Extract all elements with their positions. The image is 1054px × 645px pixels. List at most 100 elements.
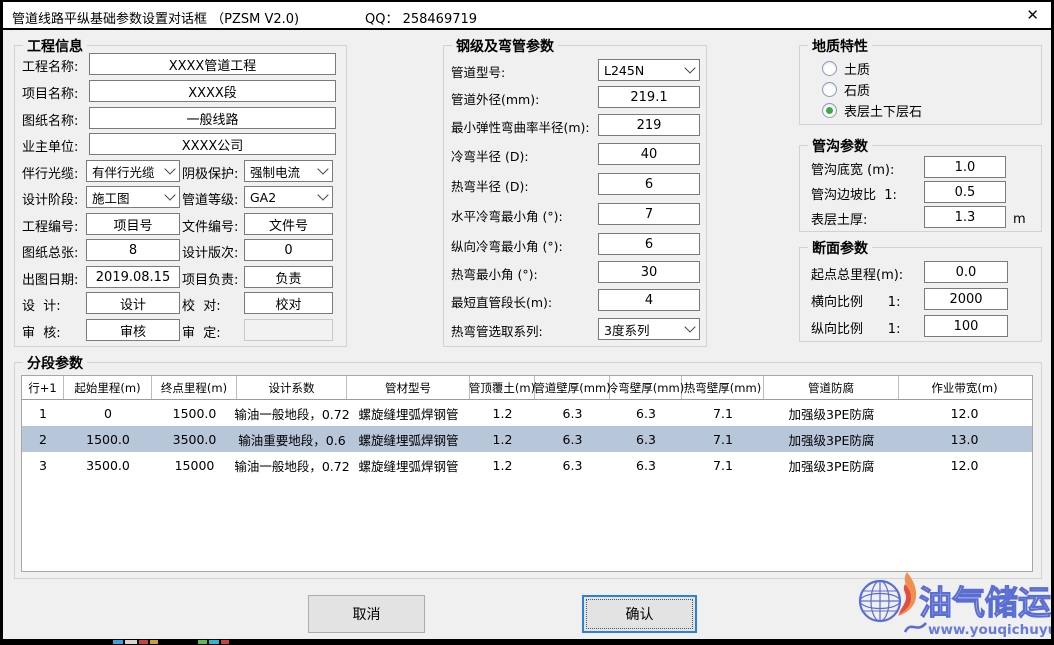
field-label: 水平冷弯最小角 (°):	[451, 206, 563, 225]
form-row: 管沟边坡比 1:	[800, 181, 1041, 203]
field-label: 出图日期:	[22, 269, 78, 288]
field-label: 管道型号:	[451, 62, 505, 81]
radio-soil[interactable]: 土质	[822, 59, 870, 78]
form-row: 设计阶段: 施工图 管道等级: GA2	[15, 186, 346, 208]
combo-value: 3度系列	[604, 320, 686, 339]
trench-slope-ratio-input[interactable]	[924, 181, 1006, 203]
min-elastic-bend-radius-input[interactable]	[598, 114, 700, 136]
form-row: 起点总里程(m):	[800, 261, 1041, 283]
taskbar-fragment	[150, 640, 158, 644]
field-label: 热弯最小角 (°):	[451, 264, 538, 283]
vert-scale-input[interactable]	[924, 315, 1008, 337]
hot-bend-min-angle-input[interactable]	[598, 261, 700, 283]
form-row: 表层土厚: m	[800, 206, 1041, 228]
drawing-name-input[interactable]	[89, 107, 336, 129]
chevron-down-icon	[684, 62, 695, 73]
field-label: 工程名称:	[22, 56, 78, 75]
chevron-down-icon	[164, 189, 175, 200]
table-cell: 6.3	[535, 452, 610, 478]
form-row: 图纸总张: 设计版次:	[15, 239, 346, 261]
horiz-scale-input[interactable]	[924, 288, 1008, 310]
file-number-input[interactable]	[244, 213, 333, 235]
titlebar: 管道线路平纵基础参数设置对话框 （PZSM V2.0) QQ： 25846971…	[3, 2, 1051, 28]
reviewer-input[interactable]	[86, 319, 180, 341]
pipe-model-combo[interactable]: L245N	[598, 59, 700, 81]
table-cell: 3500.0	[64, 452, 152, 478]
radio-label: 土质	[844, 59, 870, 78]
confirm-button[interactable]: 确认	[582, 595, 697, 633]
cancel-button[interactable]: 取消	[308, 595, 425, 633]
table-row-selected[interactable]: 2 1500.0 3500.0 输油重要地段，0.6 螺旋缝埋弧焊钢管 1.2 …	[22, 426, 1032, 452]
horiz-cold-bend-min-angle-input[interactable]	[598, 203, 700, 225]
companion-cable-combo[interactable]: 有伴行光缆	[86, 160, 180, 182]
table-cell: 输油一般地段，0.72	[237, 452, 347, 478]
segments-table: 行+1 起始里程(m) 终点里程(m) 设计系数 管材型号 管顶覆土(m) 管道…	[21, 375, 1033, 572]
watermark-logo: 油气储运网 www.youqichuyun.com	[855, 570, 1051, 638]
form-row: 工程名称:	[15, 53, 346, 75]
table-cell: 1500.0	[64, 426, 152, 452]
pipeline-grade-combo[interactable]: GA2	[244, 186, 333, 208]
header-cell: 管道防腐	[764, 376, 899, 399]
form-row: 图纸名称:	[15, 107, 346, 129]
start-mileage-input[interactable]	[924, 261, 1008, 283]
cold-bend-radius-input[interactable]	[598, 143, 700, 165]
field-label: 设计版次:	[182, 242, 238, 261]
table-row[interactable]: 1 0 1500.0 输油一般地段，0.72 螺旋缝埋弧焊钢管 1.2 6.3 …	[22, 400, 1032, 426]
engineering-name-input[interactable]	[89, 53, 336, 75]
field-label: 设计阶段:	[22, 189, 78, 208]
form-row: 审 核: 审 定:	[15, 319, 346, 341]
globe-icon	[860, 581, 900, 621]
close-icon[interactable]: ✕	[1026, 6, 1039, 24]
design-stage-combo[interactable]: 施工图	[86, 186, 180, 208]
field-label: 最小弹性弯曲率半径(m):	[451, 117, 590, 136]
hot-bend-radius-input[interactable]	[598, 173, 700, 195]
taskbar-fragment	[198, 640, 207, 644]
group-title-section: 断面参数	[808, 238, 872, 258]
flame-icon	[898, 572, 916, 616]
group-segment-params: 分段参数 行+1 起始里程(m) 终点里程(m) 设计系数 管材型号 管顶覆土(…	[14, 362, 1042, 579]
table-cell: 6.3	[535, 400, 610, 426]
form-row: 热弯管选取系列: 3度系列	[444, 318, 706, 340]
taskbar-fragment	[139, 640, 148, 644]
table-cell: 螺旋缝埋弧焊钢管	[347, 400, 470, 426]
chevron-down-icon	[164, 163, 175, 174]
hot-bend-series-combo[interactable]: 3度系列	[598, 318, 700, 340]
table-cell: 2	[22, 426, 64, 452]
design-version-input[interactable]	[244, 239, 333, 261]
engineering-number-input[interactable]	[86, 213, 180, 235]
project-leader-input[interactable]	[244, 266, 333, 288]
total-sheets-input[interactable]	[86, 239, 180, 261]
field-label: 业主单位:	[22, 136, 78, 155]
approver-input	[244, 319, 333, 341]
long-cold-bend-min-angle-input[interactable]	[598, 233, 700, 255]
topsoil-thickness-input[interactable]	[924, 206, 1006, 228]
combo-value: GA2	[250, 190, 319, 205]
table-cell: 螺旋缝埋弧焊钢管	[347, 426, 470, 452]
taskbar-fragment	[221, 640, 229, 644]
group-section-params: 断面参数 起点总里程(m): 横向比例 1: 纵向比例 1:	[799, 247, 1042, 342]
field-label: 管沟底宽 (m):	[811, 159, 894, 178]
project-name-input[interactable]	[89, 80, 336, 102]
field-label: 起点总里程(m):	[811, 264, 903, 283]
field-label: 审 核:	[22, 322, 61, 341]
min-straight-length-input[interactable]	[598, 289, 700, 311]
form-row: 纵向冷弯最小角 (°):	[444, 233, 706, 255]
table-cell: 3	[22, 452, 64, 478]
trench-bottom-width-input[interactable]	[924, 156, 1006, 178]
designer-input[interactable]	[86, 292, 180, 314]
drawing-date-input[interactable]	[86, 266, 180, 288]
combo-value: 强制电流	[250, 162, 319, 181]
table-cell: 3500.0	[152, 426, 237, 452]
outer-diameter-input[interactable]	[598, 86, 700, 108]
form-row: 工程编号: 文件编号:	[15, 213, 346, 235]
proofreader-input[interactable]	[244, 292, 333, 314]
group-steel-bend-params: 钢级及弯管参数 管道型号: L245N 管道外径(mm): 最小弹性弯曲率半径(…	[443, 45, 707, 347]
form-row: 伴行光缆: 有伴行光缆 阴极保护: 强制电流	[15, 160, 346, 182]
owner-unit-input[interactable]	[89, 133, 336, 155]
radio-topsoil-over-rock[interactable]: 表层土下层石	[822, 101, 922, 120]
field-label: 管沟边坡比 1:	[811, 184, 897, 203]
header-cell: 作业带宽(m)	[899, 376, 1030, 399]
radio-rock[interactable]: 石质	[822, 80, 870, 99]
table-row[interactable]: 3 3500.0 15000 输油一般地段，0.72 螺旋缝埋弧焊钢管 1.2 …	[22, 452, 1032, 478]
cathodic-protection-combo[interactable]: 强制电流	[244, 160, 333, 182]
